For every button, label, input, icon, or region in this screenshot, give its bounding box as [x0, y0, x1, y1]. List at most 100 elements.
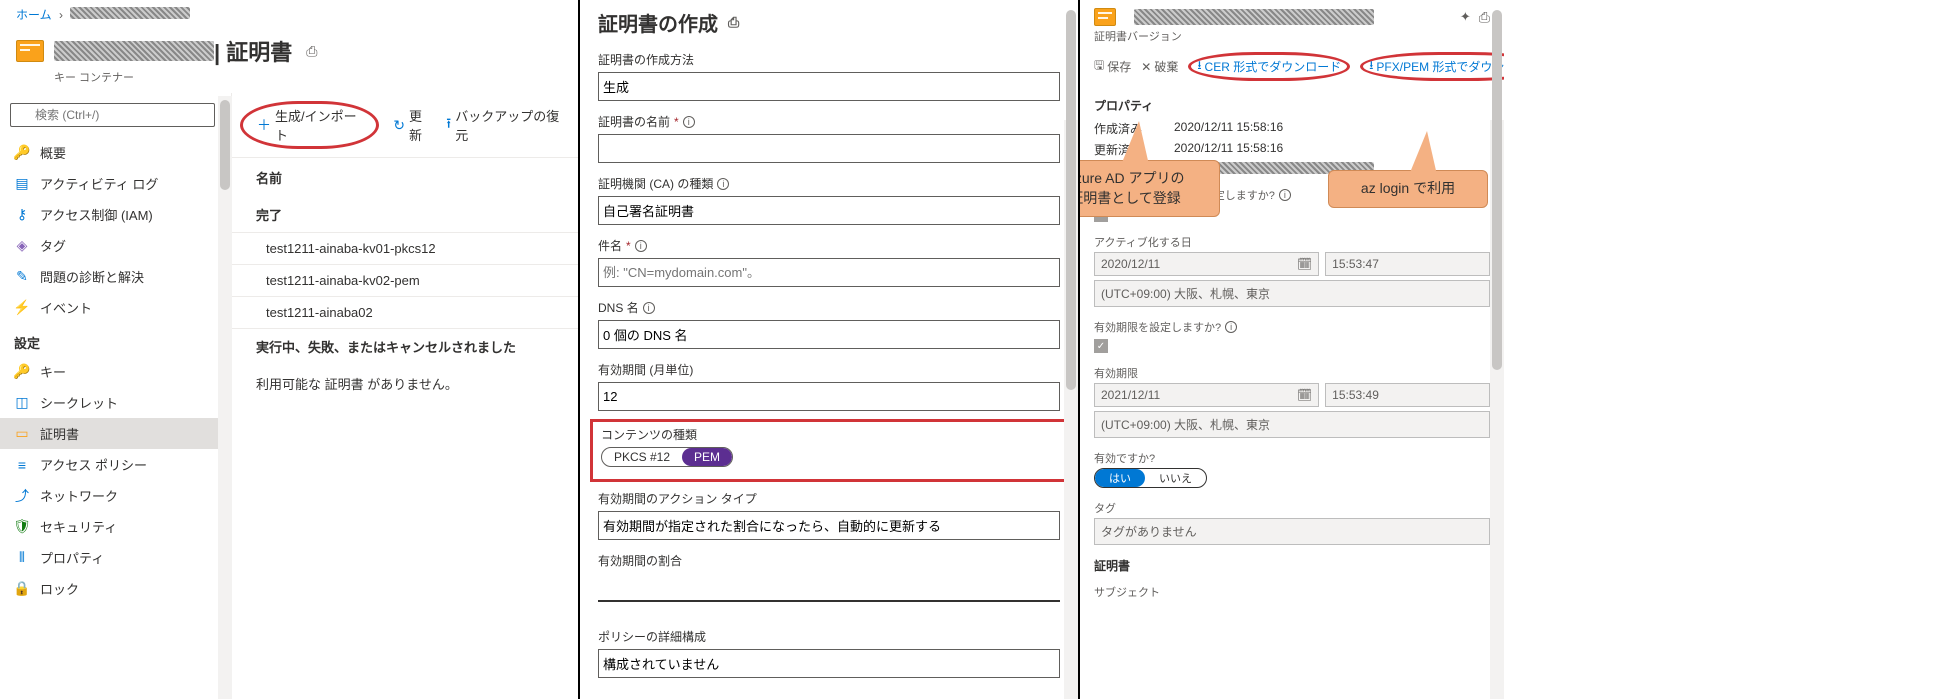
sidebar-item-keys[interactable]: 🔑キー	[0, 356, 231, 387]
breadcrumb-sep: ›	[59, 8, 63, 22]
breadcrumb-home[interactable]: ホーム	[16, 8, 52, 22]
refresh-icon: ↻	[393, 117, 405, 134]
enabled-no[interactable]: いいえ	[1145, 469, 1206, 487]
created-value: 2020/12/11 15:58:16	[1174, 120, 1283, 137]
policy-config-value[interactable]	[598, 649, 1060, 678]
sidebar-item-events[interactable]: ⚡イベント	[0, 292, 231, 323]
lifetime-action-label: 有効期間のアクション タイプ	[598, 490, 1060, 507]
info-icon[interactable]: i	[717, 178, 729, 190]
sidebar-item-access-policies[interactable]: ≡アクセス ポリシー	[0, 449, 231, 480]
print-icon[interactable]: ⎙	[1479, 9, 1490, 26]
highlight-generate: ＋生成/インポート	[240, 101, 379, 149]
restore-backup-button[interactable]: ⭱バックアップの復元	[446, 106, 564, 144]
sidebar-item-secrets[interactable]: ◫シークレット	[0, 387, 231, 418]
page-subtitle: キー コンテナー	[0, 69, 578, 93]
activate-timezone[interactable]: (UTC+09:00) 大阪、札幌、東京	[1094, 280, 1490, 307]
lifetime-percent-label: 有効期間の割合	[598, 552, 1060, 569]
sidebar-scrollbar-thumb[interactable]	[220, 100, 230, 190]
search-input[interactable]	[10, 103, 215, 127]
print-icon[interactable]: ⎙	[306, 43, 317, 60]
sidebar-item-locks[interactable]: 🔒ロック	[0, 573, 231, 604]
sidebar-item-iam[interactable]: ⚷アクセス制御 (IAM)	[0, 199, 231, 230]
dns-input[interactable]	[598, 320, 1060, 349]
detail-toolbar: 🖫保存 ✕破棄 ⭳CER 形式でダウンロード ⭳PFX/PEM 形式でダウンロー…	[1094, 52, 1490, 81]
info-icon[interactable]: i	[683, 116, 695, 128]
scrollbar-thumb[interactable]	[1066, 10, 1076, 390]
highlight-content-type: コンテンツの種類 PKCS #12 PEM	[590, 419, 1068, 482]
tags-value[interactable]: タグがありません	[1094, 518, 1490, 545]
info-icon[interactable]: i	[643, 302, 655, 314]
ca-type-select[interactable]	[598, 196, 1060, 225]
validity-input[interactable]	[598, 382, 1060, 411]
highlight-download-cer: ⭳CER 形式でダウンロード	[1188, 52, 1350, 81]
tag-icon: ◈	[14, 238, 30, 254]
dns-label: DNS 名i	[598, 299, 1060, 316]
key-icon: 🔑	[14, 145, 30, 161]
certificate-section-header: 証明書	[1094, 557, 1490, 574]
network-icon: ⤴	[14, 488, 30, 504]
download-pfx-button[interactable]: ⭳PFX/PEM 形式でダウンロード	[1369, 56, 1504, 77]
cert-version-subtitle: 証明書バージョン	[1094, 28, 1490, 44]
print-icon[interactable]: ⎙	[728, 14, 739, 31]
sidebar-item-overview[interactable]: 🔑概要	[0, 137, 231, 168]
lifetime-percent-input[interactable]	[598, 573, 1060, 602]
sidebar-item-activity-log[interactable]: ▤アクティビティ ログ	[0, 168, 231, 199]
properties-icon: ⦀	[14, 550, 30, 566]
restore-icon: ⭱	[446, 113, 451, 137]
pin-icon[interactable]: ✦	[1460, 9, 1471, 25]
create-title: 証明書の作成 ⎙	[598, 8, 1060, 37]
enabled-toggle[interactable]: はい いいえ	[1094, 468, 1207, 488]
key-icon: 🔑	[14, 364, 30, 380]
cert-row[interactable]: test1211-ainaba-kv02-pem	[232, 264, 578, 296]
expire-timezone[interactable]: (UTC+09:00) 大阪、札幌、東京	[1094, 411, 1490, 438]
info-icon[interactable]: i	[635, 240, 647, 252]
properties-header: プロパティ	[1094, 97, 1490, 114]
content-type-toggle[interactable]: PKCS #12 PEM	[601, 447, 733, 467]
expire-time-input[interactable]: 15:53:49	[1325, 383, 1490, 407]
cert-row[interactable]: test1211-ainaba02	[232, 296, 578, 328]
sidebar-item-security[interactable]: 🛡セキュリティ	[0, 511, 231, 542]
scrollbar-thumb[interactable]	[1492, 10, 1502, 370]
sidebar-item-diagnose[interactable]: ✎問題の診断と解決	[0, 261, 231, 292]
certificate-icon: ▭	[14, 426, 30, 442]
save-button[interactable]: 🖫保存	[1094, 56, 1131, 77]
callout-azure-ad: Azure AD アプリの証明書として登録	[1080, 160, 1220, 217]
lifetime-action-select[interactable]	[598, 511, 1060, 540]
sidebar-item-properties[interactable]: ⦀プロパティ	[0, 542, 231, 573]
main-content: ＋生成/インポート ↻更新 ⭱バックアップの復元 名前 完了 test1211-…	[232, 93, 578, 699]
policy-icon: ≡	[14, 457, 30, 473]
refresh-button[interactable]: ↻更新	[393, 106, 432, 144]
activate-date-input[interactable]: 2020/12/11🗓	[1094, 252, 1319, 276]
expire-date-input[interactable]: 2021/12/11🗓	[1094, 383, 1319, 407]
method-select[interactable]	[598, 72, 1060, 101]
sidebar-item-tags[interactable]: ◈タグ	[0, 230, 231, 261]
empty-message: 利用可能な 証明書 がありません。	[232, 364, 578, 403]
cert-row[interactable]: test1211-ainaba-kv01-pkcs12	[232, 232, 578, 264]
ca-type-label: 証明機関 (CA) の種類i	[598, 175, 1060, 192]
calendar-icon: 🗓	[1297, 257, 1312, 271]
download-icon: ⭳	[1197, 56, 1201, 77]
updated-value: 2020/12/11 15:58:16	[1174, 141, 1283, 158]
generate-import-button[interactable]: ＋生成/インポート	[257, 106, 362, 144]
info-icon[interactable]: i	[1225, 321, 1237, 333]
callout-az-login: az login で利用	[1328, 170, 1488, 208]
certificate-icon	[16, 40, 44, 62]
save-icon: 🖫	[1094, 56, 1104, 77]
set-expire-checkbox[interactable]: ✓	[1094, 339, 1108, 353]
subject-input[interactable]	[598, 258, 1060, 287]
content-type-pkcs12[interactable]: PKCS #12	[602, 448, 682, 466]
content-type-label: コンテンツの種類	[601, 426, 1057, 443]
enabled-yes[interactable]: はい	[1095, 469, 1145, 487]
discard-button[interactable]: ✕破棄	[1141, 58, 1178, 75]
enabled-label: 有効ですか?	[1094, 450, 1490, 466]
cert-name-input[interactable]	[598, 134, 1060, 163]
info-icon[interactable]: i	[1279, 189, 1291, 201]
expire-date-label: 有効期限	[1094, 365, 1490, 381]
download-cer-button[interactable]: ⭳CER 形式でダウンロード	[1197, 56, 1341, 77]
content-type-pem[interactable]: PEM	[682, 448, 732, 466]
activate-time-input[interactable]: 15:53:47	[1325, 252, 1490, 276]
resource-name-obscured	[54, 41, 214, 61]
sidebar-item-certificates[interactable]: ▭証明書	[0, 418, 231, 449]
set-expire-label: 有効期限を設定しますか?i	[1094, 319, 1490, 335]
sidebar-item-networking[interactable]: ⤴ネットワーク	[0, 480, 231, 511]
